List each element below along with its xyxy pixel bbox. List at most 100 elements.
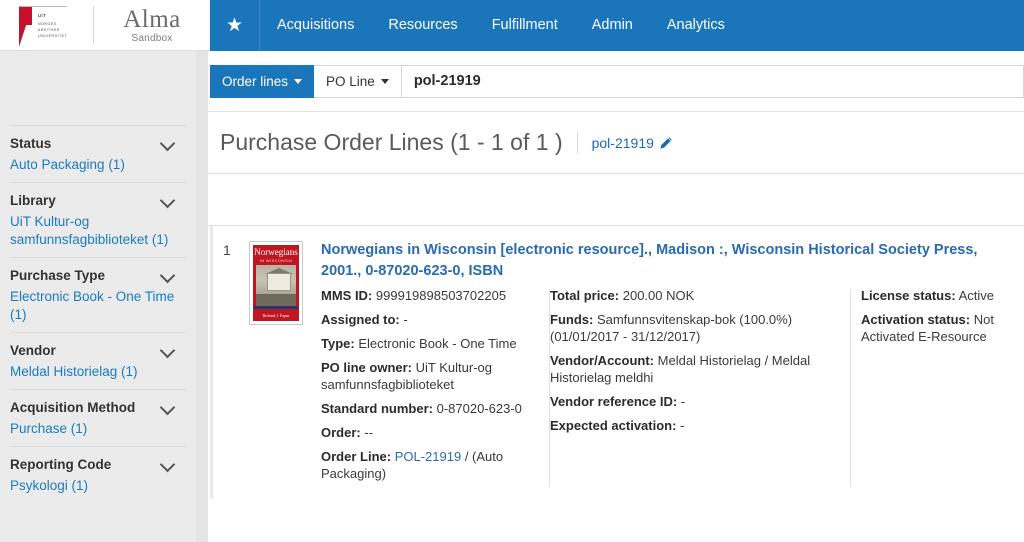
field-mms-id-value: 999919898503702205	[375, 288, 507, 303]
field-po-line-owner-label: PO line owner:	[321, 360, 413, 375]
cover-title-line2: IN WISCONSIN	[259, 259, 293, 263]
logo-text-uit: UiT	[38, 12, 47, 18]
main-content: Order lines PO Line Purchase Order Lines…	[208, 51, 1024, 542]
field-vendor-account-label: Vendor/Account:	[550, 353, 655, 368]
record-column-left: MMS ID: 999919898503702205 Assigned to: …	[321, 287, 549, 489]
logo-text-arktiske: ARKTISKE	[38, 27, 60, 32]
facet-acquisition-method-header[interactable]: Acquisition Method	[10, 397, 186, 417]
cover-house	[267, 273, 291, 291]
logo-text-norges: NORGES	[38, 21, 57, 26]
chevron-down-icon[interactable]	[160, 135, 176, 151]
logo-triangle-block	[19, 6, 32, 25]
alma-environment-label: Sandbox	[131, 32, 173, 44]
cover-author: Richard J. Fapso	[262, 313, 290, 318]
facet-vendor-header[interactable]: Vendor	[10, 340, 186, 360]
facet-purchase-type-value-0[interactable]: Electronic Book - One Time (1)	[10, 285, 186, 332]
facet-reporting-code-value-0[interactable]: Psykologi (1)	[10, 474, 186, 503]
pencil-icon[interactable]	[659, 136, 673, 150]
search-scope-select[interactable]: Order lines	[210, 64, 315, 98]
main-navigation: ★ Acquisitions Resources Fulfillment Adm…	[210, 0, 1024, 51]
search-bar: Order lines PO Line	[208, 51, 1024, 112]
field-assigned-to-value: -	[403, 312, 408, 327]
facet-library-header[interactable]: Library	[10, 190, 186, 210]
page-header: Purchase Order Lines (1 - 1 of 1 ) pol-2…	[208, 112, 1024, 174]
nav-item-analytics[interactable]: Analytics	[650, 0, 742, 51]
title-divider	[576, 131, 578, 154]
facet-status-header[interactable]: Status	[10, 133, 186, 153]
facet-status: Status Auto Packaging (1)	[10, 125, 186, 182]
field-vendor-reference-id-value: -	[680, 394, 686, 409]
chevron-down-icon[interactable]	[160, 267, 176, 283]
facet-purchase-type: Purchase Type Electronic Book - One Time…	[10, 257, 186, 332]
brand-zone: UiT NORGES ARKTISKE UNIVERSITET Alma San…	[0, 0, 210, 51]
search-scope-label: Order lines	[222, 73, 289, 89]
cover-accent-band	[253, 306, 299, 309]
chevron-down-icon[interactable]	[160, 399, 176, 415]
po-line-context-label: pol-21919	[591, 134, 654, 151]
cover-title-line1: Norwegians	[254, 247, 298, 257]
field-vendor-reference-id-label: Vendor reference ID:	[550, 394, 678, 409]
field-expected-activation: Expected activation: -	[550, 417, 844, 434]
field-order-label: Order:	[321, 425, 361, 440]
chevron-down-icon[interactable]	[160, 192, 176, 208]
field-license-status-value: Active	[958, 288, 994, 303]
nav-item-fulfillment[interactable]: Fulfillment	[475, 0, 575, 51]
facet-acquisition-method-title: Acquisition Method	[10, 399, 136, 415]
cover-photo	[256, 265, 296, 308]
po-line-context-chip[interactable]: pol-21919	[592, 135, 673, 151]
field-license-status-label: License status:	[861, 288, 956, 303]
record-index: 1	[223, 242, 231, 258]
facet-reporting-code-header[interactable]: Reporting Code	[10, 454, 186, 474]
facet-vendor: Vendor Meldal Historielag (1)	[10, 332, 186, 389]
field-funds-label: Funds:	[550, 312, 594, 327]
field-assigned-to: Assigned to: -	[321, 311, 543, 328]
search-field-label: PO Line	[326, 73, 375, 89]
facet-acquisition-method-value-0[interactable]: Purchase (1)	[10, 417, 186, 446]
field-type: Type: Electronic Book - One Time	[321, 335, 543, 352]
record-column-middle: Total price: 200.00 NOK Funds: Samfunnsv…	[550, 287, 850, 489]
nav-item-admin[interactable]: Admin	[575, 0, 650, 51]
book-cover-art: Norwegians IN WISCONSIN Richard J. Fapso	[253, 245, 299, 321]
record-column-right: License status: Active Activation status…	[851, 287, 1016, 489]
facets-sidebar: Status Auto Packaging (1) Library UiT Ku…	[0, 51, 196, 542]
alma-wordmark: Alma	[123, 5, 181, 33]
top-bar: UiT NORGES ARKTISKE UNIVERSITET Alma San…	[0, 0, 1024, 51]
sidebar-content-gutter	[196, 51, 208, 542]
facet-reporting-code-title: Reporting Code	[10, 456, 112, 472]
search-input[interactable]	[413, 73, 1011, 89]
field-expected-activation-label: Expected activation:	[550, 418, 677, 433]
sidebar-top-spacer	[10, 51, 186, 125]
field-order: Order: --	[321, 424, 543, 441]
nav-item-resources[interactable]: Resources	[371, 0, 474, 51]
favorites-star-icon[interactable]: ★	[210, 0, 260, 51]
field-license-status: License status: Active	[861, 287, 1016, 304]
nav-item-acquisitions[interactable]: Acquisitions	[260, 0, 371, 51]
chevron-down-icon[interactable]	[160, 342, 176, 358]
field-order-line: Order Line: POL-21919 / (Auto Packaging)	[321, 448, 543, 482]
search-input-wrapper[interactable]	[401, 64, 1024, 98]
uit-logo: UiT NORGES ARKTISKE UNIVERSITET	[14, 3, 69, 48]
record-row: 1 Norwegians IN WISCONSIN Richard J. Fap…	[210, 226, 1024, 499]
facet-status-value-0[interactable]: Auto Packaging (1)	[10, 153, 186, 182]
facet-vendor-value-0[interactable]: Meldal Historielag (1)	[10, 360, 186, 389]
field-type-label: Type:	[321, 336, 355, 351]
field-standard-number-label: Standard number:	[321, 401, 433, 416]
field-total-price: Total price: 200.00 NOK	[550, 287, 844, 304]
chevron-down-icon[interactable]	[160, 456, 176, 472]
record-details: Norwegians in Wisconsin [electronic reso…	[307, 240, 1016, 489]
record-title-link[interactable]: Norwegians in Wisconsin [electronic reso…	[321, 240, 1016, 282]
facet-library-value-0[interactable]: UiT Kultur-og samfunnsfagbiblioteket (1)	[10, 210, 186, 257]
search-field-select[interactable]: PO Line	[314, 64, 402, 98]
facet-library-title: Library	[10, 192, 56, 208]
record-columns: MMS ID: 999919898503702205 Assigned to: …	[321, 287, 1016, 489]
facet-purchase-type-title: Purchase Type	[10, 267, 106, 283]
field-mms-id: MMS ID: 999919898503702205	[321, 287, 543, 304]
field-po-line-owner: PO line owner: UiT Kultur-og samfunnsfag…	[321, 359, 543, 393]
book-cover-thumbnail[interactable]: Norwegians IN WISCONSIN Richard J. Fapso	[249, 241, 303, 325]
record-cover-wrapper: Norwegians IN WISCONSIN Richard J. Fapso	[249, 240, 307, 489]
facet-acquisition-method: Acquisition Method Purchase (1)	[10, 389, 186, 446]
facet-purchase-type-header[interactable]: Purchase Type	[10, 265, 186, 285]
field-expected-activation-value: -	[680, 418, 685, 433]
facet-reporting-code: Reporting Code Psykologi (1)	[10, 446, 186, 503]
order-line-link[interactable]: POL-21919	[395, 449, 462, 464]
